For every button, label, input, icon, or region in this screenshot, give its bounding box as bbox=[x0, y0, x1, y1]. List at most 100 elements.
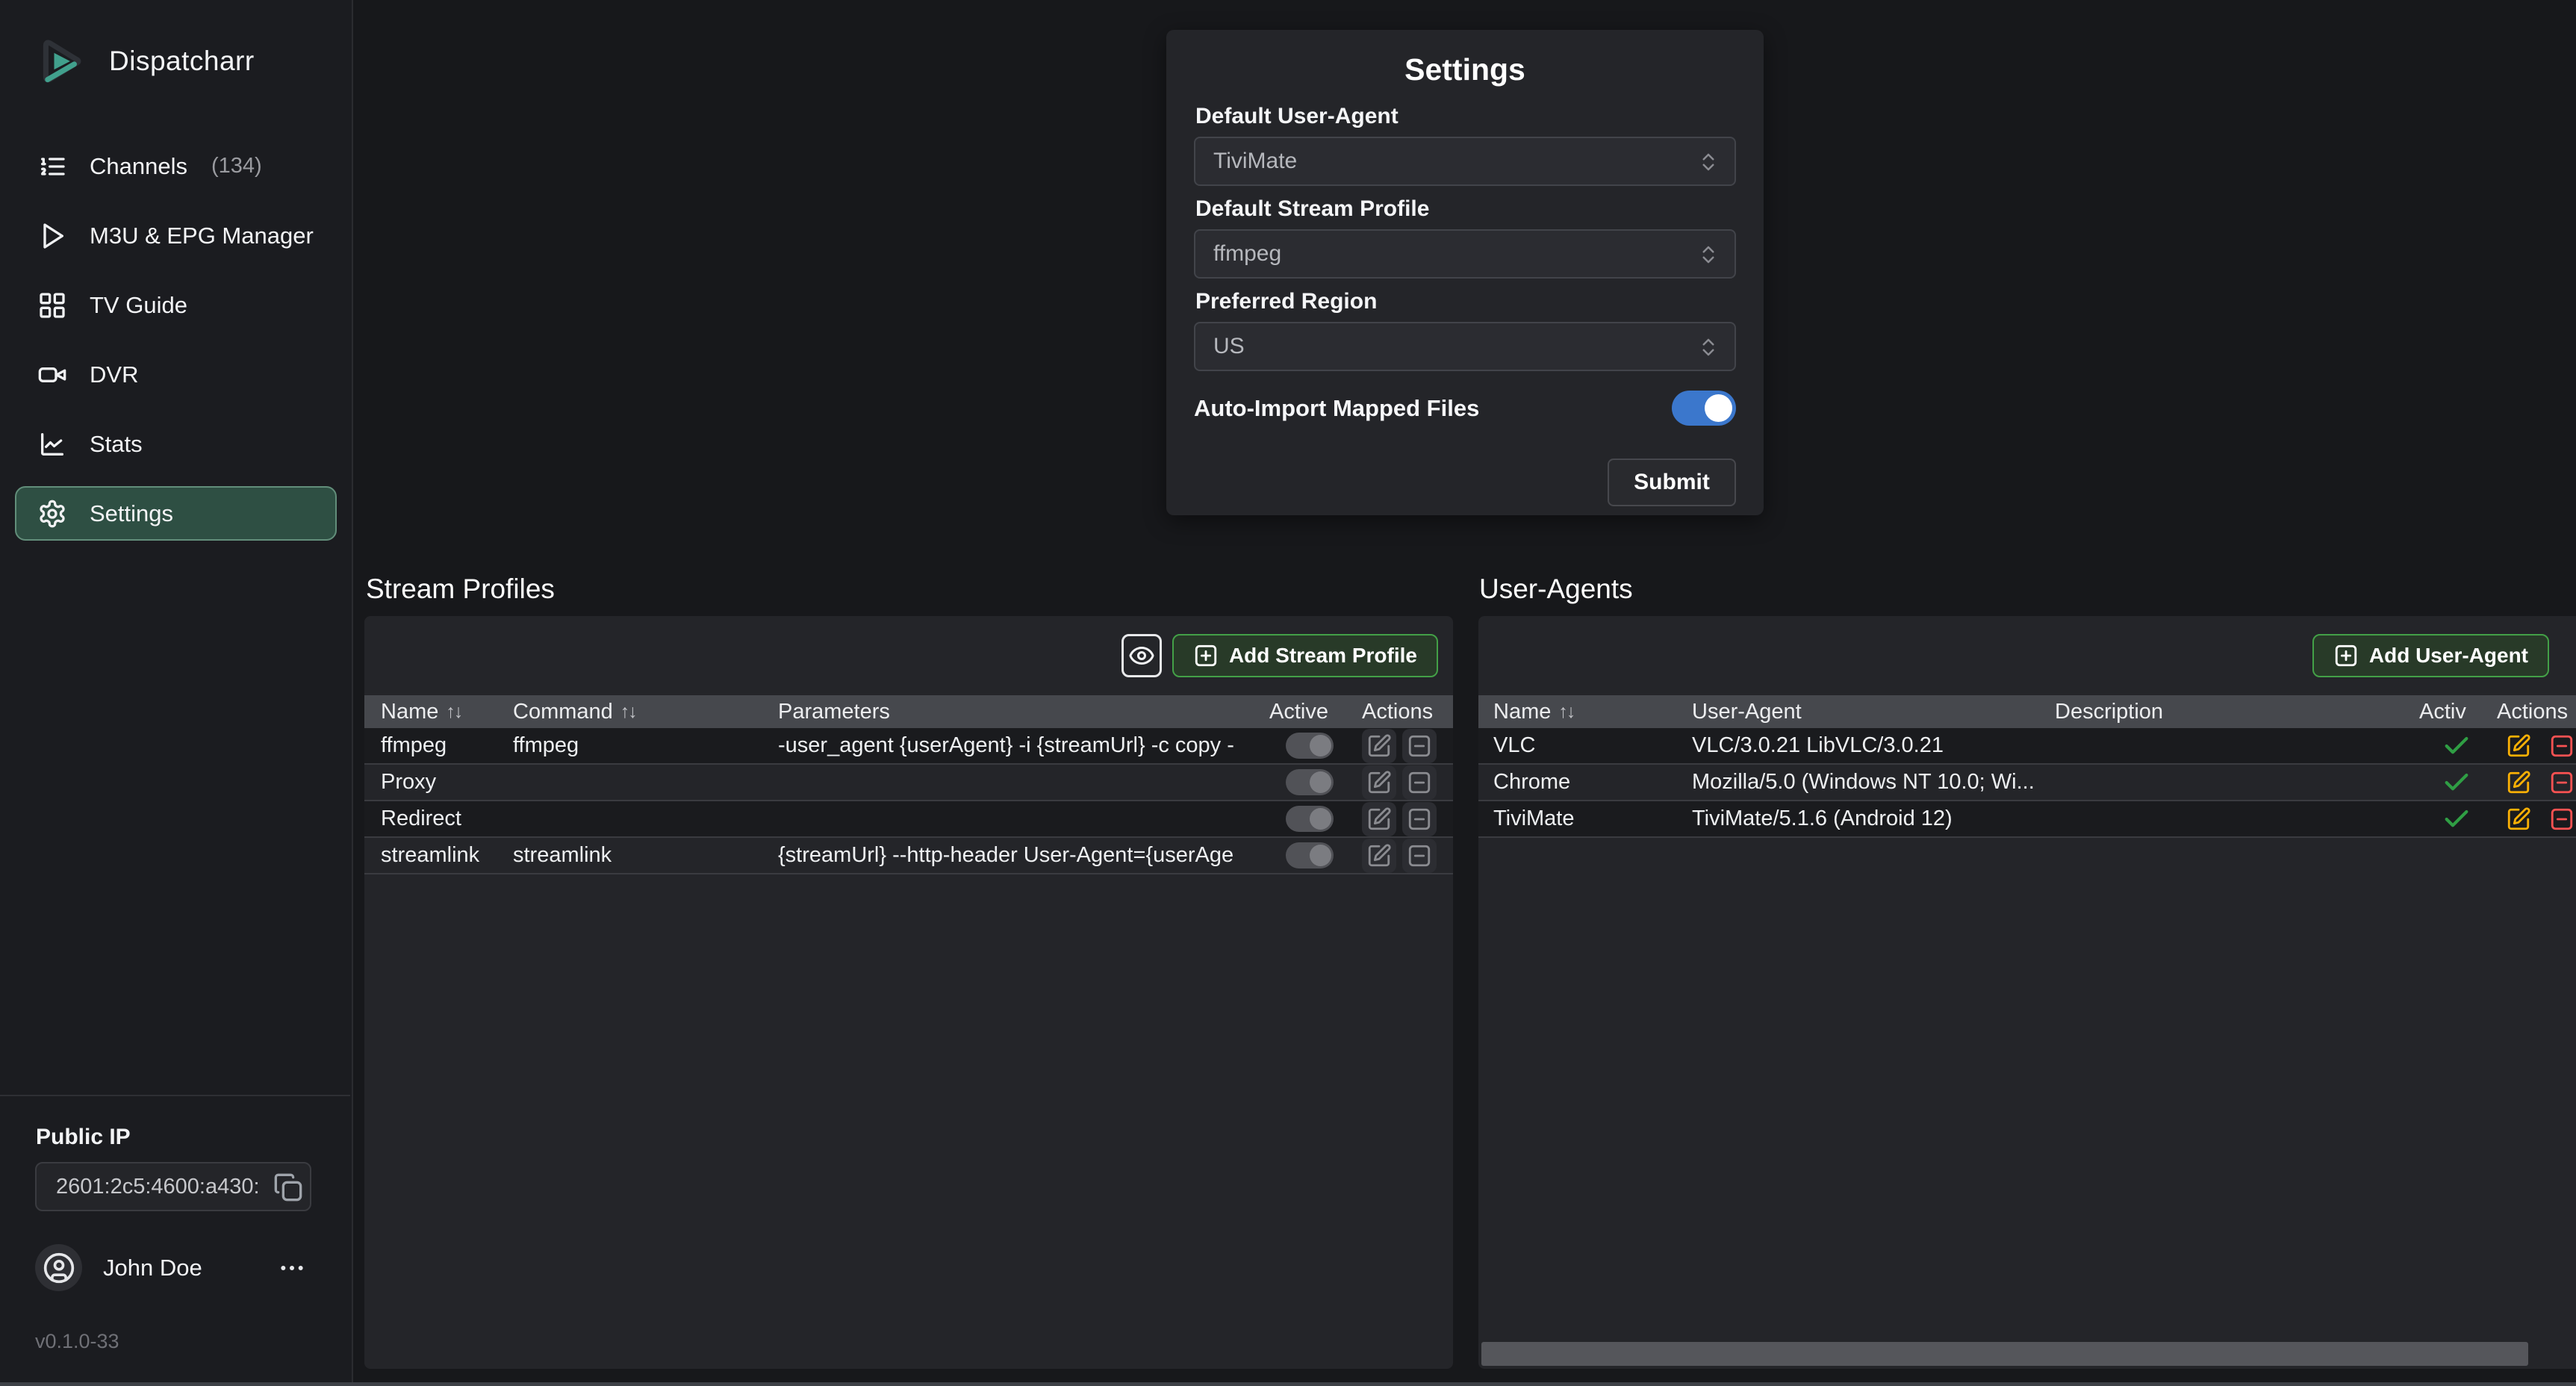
user-name: John Doe bbox=[103, 1255, 202, 1281]
remove-button[interactable] bbox=[2545, 729, 2576, 763]
user-row: John Doe bbox=[35, 1244, 350, 1291]
add-user-agent-label: Add User-Agent bbox=[2369, 644, 2528, 668]
square-minus-icon bbox=[2549, 770, 2575, 795]
column-header-command[interactable]: Command↑↓ bbox=[513, 700, 778, 724]
user-agents-panel: Add User-Agent Name↑↓ User-Agent Descrip… bbox=[1478, 616, 2576, 1369]
preferred-region-select[interactable]: US bbox=[1194, 322, 1736, 371]
square-minus-icon bbox=[2549, 807, 2575, 832]
user-icon bbox=[43, 1252, 75, 1284]
agent-string: Mozilla/5.0 (Windows NT 10.0; Wi... bbox=[1692, 770, 2055, 795]
play-icon bbox=[37, 221, 67, 251]
divider bbox=[0, 1095, 350, 1096]
auto-import-label: Auto-Import Mapped Files bbox=[1194, 395, 1479, 422]
edit-icon bbox=[1366, 807, 1392, 832]
edit-button[interactable] bbox=[1362, 765, 1396, 800]
horizontal-scrollbar-thumb[interactable] bbox=[1481, 1342, 2528, 1366]
edit-button[interactable] bbox=[1362, 729, 1396, 763]
app-title: Dispatcharr bbox=[109, 46, 255, 77]
submit-button[interactable]: Submit bbox=[1608, 459, 1736, 506]
profile-name: Redirect bbox=[381, 807, 513, 831]
column-header-name[interactable]: Name↑↓ bbox=[381, 700, 513, 724]
stream-profiles-toolbar: Add Stream Profile bbox=[364, 616, 1453, 695]
sidebar-item-m3u-epg-manager[interactable]: M3U & EPG Manager bbox=[15, 208, 337, 263]
check-icon bbox=[2442, 804, 2471, 834]
user-agents-toolbar: Add User-Agent bbox=[1478, 616, 2576, 695]
column-header-active: Active bbox=[1269, 700, 1362, 724]
grid-icon bbox=[37, 290, 67, 320]
stream-profiles-header: Name↑↓ Command↑↓ Parameters Active Actio… bbox=[364, 695, 1453, 728]
sidebar-item-label: M3U & EPG Manager bbox=[90, 223, 314, 249]
edit-button[interactable] bbox=[2501, 765, 2536, 800]
toggle-knob bbox=[1705, 394, 1732, 422]
remove-button[interactable] bbox=[2545, 802, 2576, 836]
add-stream-profile-label: Add Stream Profile bbox=[1229, 644, 1417, 668]
active-toggle[interactable] bbox=[1286, 733, 1334, 759]
table-row: Chrome Mozilla/5.0 (Windows NT 10.0; Wi.… bbox=[1478, 765, 2576, 801]
edit-icon bbox=[2506, 733, 2531, 759]
settings-form: Settings Default User-Agent TiviMate Def… bbox=[1166, 30, 1764, 515]
sidebar-item-tv-guide[interactable]: TV Guide bbox=[15, 278, 337, 332]
toggle-knob bbox=[1310, 735, 1331, 756]
active-toggle[interactable] bbox=[1286, 769, 1334, 795]
table-row: Proxy bbox=[364, 765, 1453, 801]
agent-name: VLC bbox=[1493, 733, 1692, 758]
sidebar-item-channels[interactable]: Channels (134) bbox=[15, 139, 337, 193]
settings-form-title: Settings bbox=[1194, 52, 1736, 87]
check-icon bbox=[2442, 731, 2471, 761]
preferred-region-label: Preferred Region bbox=[1195, 289, 1736, 314]
profile-command: ffmpeg bbox=[513, 733, 778, 758]
edit-icon bbox=[1366, 843, 1392, 868]
remove-button[interactable] bbox=[1402, 729, 1437, 763]
sidebar-item-dvr[interactable]: DVR bbox=[15, 347, 337, 402]
remove-button[interactable] bbox=[1402, 802, 1437, 836]
copy-icon bbox=[273, 1172, 303, 1202]
stream-profiles-title: Stream Profiles bbox=[366, 574, 555, 605]
avatar bbox=[35, 1244, 82, 1291]
ellipsis-icon bbox=[277, 1253, 307, 1283]
edit-button[interactable] bbox=[2501, 802, 2536, 836]
ordered-list-icon bbox=[37, 152, 67, 181]
column-header-actions: Actions bbox=[1362, 700, 1453, 724]
profile-command: streamlink bbox=[513, 843, 778, 868]
default-stream-profile-select[interactable]: ffmpeg bbox=[1194, 229, 1736, 279]
square-minus-icon bbox=[1407, 843, 1432, 868]
column-header-name[interactable]: Name↑↓ bbox=[1493, 700, 1692, 724]
table-row: VLC VLC/3.0.21 LibVLC/3.0.21 bbox=[1478, 728, 2576, 765]
gear-icon bbox=[37, 499, 67, 529]
sidebar-item-stats[interactable]: Stats bbox=[15, 417, 337, 471]
sort-icon: ↑↓ bbox=[620, 701, 636, 723]
active-toggle[interactable] bbox=[1286, 842, 1334, 868]
user-menu-button[interactable] bbox=[271, 1247, 313, 1289]
toggle-knob bbox=[1310, 808, 1331, 830]
default-user-agent-select[interactable]: TiviMate bbox=[1194, 137, 1736, 186]
auto-import-toggle[interactable] bbox=[1672, 391, 1736, 426]
sort-icon: ↑↓ bbox=[1558, 701, 1574, 723]
column-header-parameters: Parameters bbox=[778, 700, 1269, 724]
edit-icon bbox=[2506, 770, 2531, 795]
add-stream-profile-button[interactable]: Add Stream Profile bbox=[1172, 634, 1438, 677]
public-ip-field: 2601:2c5:4600:a430: bbox=[35, 1162, 311, 1211]
chevrons-up-down-icon bbox=[1697, 243, 1720, 266]
remove-button[interactable] bbox=[1402, 765, 1437, 800]
remove-button[interactable] bbox=[1402, 839, 1437, 873]
sidebar-item-label: TV Guide bbox=[90, 292, 187, 319]
column-header-user-agent: User-Agent bbox=[1692, 700, 2055, 724]
select-value: US bbox=[1195, 334, 1245, 359]
page-bottom-scrollbar bbox=[0, 1382, 2576, 1386]
agent-name: TiviMate bbox=[1493, 807, 1692, 831]
toggle-visibility-button[interactable] bbox=[1121, 634, 1162, 677]
remove-button[interactable] bbox=[2545, 765, 2576, 800]
line-chart-icon bbox=[37, 429, 67, 459]
edit-button[interactable] bbox=[1362, 839, 1396, 873]
edit-button[interactable] bbox=[2501, 729, 2536, 763]
copy-ip-button[interactable] bbox=[271, 1170, 305, 1205]
dispatcharr-logo-icon bbox=[33, 33, 90, 90]
square-minus-icon bbox=[1407, 733, 1432, 759]
edit-button[interactable] bbox=[1362, 802, 1396, 836]
square-minus-icon bbox=[2549, 733, 2575, 759]
active-toggle[interactable] bbox=[1286, 806, 1334, 832]
add-user-agent-button[interactable]: Add User-Agent bbox=[2312, 634, 2549, 677]
square-plus-icon bbox=[1193, 643, 1219, 668]
sidebar-item-settings[interactable]: Settings bbox=[15, 486, 337, 541]
sidebar-item-label: Channels bbox=[90, 153, 187, 180]
